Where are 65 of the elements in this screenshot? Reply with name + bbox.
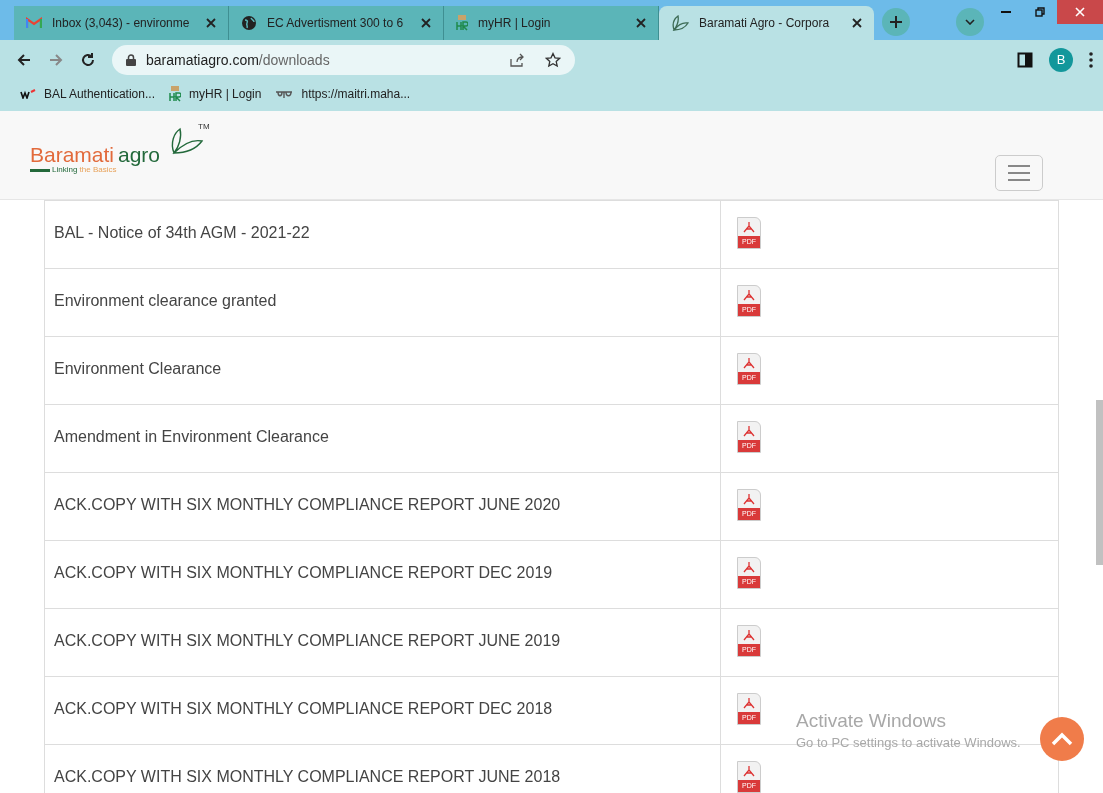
- browser-tab[interactable]: Baramati Agro - Corpora: [659, 6, 874, 40]
- acrobat-icon: [743, 221, 755, 233]
- acrobat-icon: [743, 493, 755, 505]
- document-title: ACK.COPY WITH SIX MONTHLY COMPLIANCE REPORT DEC 2019: [45, 541, 721, 608]
- share-icon[interactable]: [508, 52, 525, 68]
- tab-favicon-icon: [456, 15, 468, 31]
- document-title: ACK.COPY WITH SIX MONTHLY COMPLIANCE REPORT DEC 2018: [45, 677, 721, 744]
- restore-icon: [1035, 7, 1045, 17]
- acrobat-icon: [743, 425, 755, 437]
- address-bar[interactable]: baramatiagro.com/downloads: [112, 45, 575, 75]
- lock-icon: [126, 54, 136, 66]
- document-title: BAL - Notice of 34th AGM - 2021-22: [45, 201, 721, 268]
- close-icon[interactable]: [206, 18, 216, 28]
- tab-search-button[interactable]: [956, 8, 984, 36]
- tab-favicon-icon: [241, 15, 257, 31]
- chevron-down-icon: [965, 19, 975, 25]
- acrobat-icon: [743, 629, 755, 641]
- back-arrow-icon: [16, 52, 32, 68]
- document-title: ACK.COPY WITH SIX MONTHLY COMPLIANCE REPORT JUNE 2019: [45, 609, 721, 676]
- tab-title: Inbox (3,043) - environme: [52, 15, 191, 32]
- document-title: Environment clearance granted: [45, 269, 721, 336]
- star-icon[interactable]: [544, 52, 561, 68]
- acrobat-icon: [743, 561, 755, 573]
- side-panel-icon[interactable]: [1017, 52, 1033, 68]
- activation-notice-title: Activate Windows: [796, 709, 947, 733]
- browser-tab[interactable]: EC Advertisment 300 to 6: [229, 6, 444, 40]
- tab-favicon-icon: [671, 15, 689, 31]
- document-title: ACK.COPY WITH SIX MONTHLY COMPLIANCE REPORT JUNE 2020: [45, 473, 721, 540]
- document-title: Environment Clearance: [45, 337, 721, 404]
- minimize-icon: [1001, 11, 1011, 13]
- acrobat-icon: [743, 697, 755, 709]
- close-icon[interactable]: [636, 18, 646, 28]
- scroll-to-top-button[interactable]: [1040, 717, 1084, 761]
- document-title: Amendment in Environment Clearance: [45, 405, 721, 472]
- activation-notice-text: Go to PC settings to activate Windows.: [796, 734, 1021, 752]
- close-window-button[interactable]: [1057, 0, 1103, 24]
- tab-title: myHR | Login: [478, 15, 552, 32]
- tab-favicon-icon: [26, 17, 42, 29]
- profile-avatar[interactable]: B: [1049, 48, 1073, 72]
- bookmark-link[interactable]: myHR | Login: [168, 85, 262, 103]
- browser-tab[interactable]: myHR | Login: [444, 6, 659, 40]
- tab-title: Baramati Agro - Corpora: [699, 15, 831, 32]
- bookmark-favicon-icon: [275, 89, 294, 99]
- menu-icon[interactable]: [1089, 52, 1093, 68]
- reload-icon: [80, 52, 96, 68]
- new-tab-button[interactable]: [882, 8, 910, 36]
- bookmark-favicon-icon: [168, 86, 181, 102]
- acrobat-icon: [743, 765, 755, 777]
- url-text: baramatiagro.com/downloads: [146, 50, 331, 70]
- acrobat-icon: [743, 289, 755, 301]
- document-title: ACK.COPY WITH SIX MONTHLY COMPLIANCE REPORT JUNE 2018: [45, 745, 721, 793]
- close-icon[interactable]: [852, 18, 862, 28]
- plus-icon: [890, 16, 902, 28]
- bookmark-link[interactable]: BAL Authentication...: [20, 85, 155, 103]
- menu-toggle-button[interactable]: [995, 155, 1043, 191]
- close-icon[interactable]: [421, 18, 431, 28]
- chevron-up-icon: [1051, 732, 1073, 746]
- forward-arrow-icon: [48, 52, 64, 68]
- bookmark-favicon-icon: [20, 89, 36, 99]
- acrobat-icon: [743, 357, 755, 369]
- tab-title: EC Advertisment 300 to 6: [267, 15, 405, 32]
- close-icon: [1075, 7, 1085, 17]
- bookmark-link[interactable]: https://maitri.maha...: [275, 85, 411, 103]
- browser-tab[interactable]: Inbox (3,043) - environme: [14, 6, 229, 40]
- scrollbar-thumb[interactable]: [1096, 400, 1103, 565]
